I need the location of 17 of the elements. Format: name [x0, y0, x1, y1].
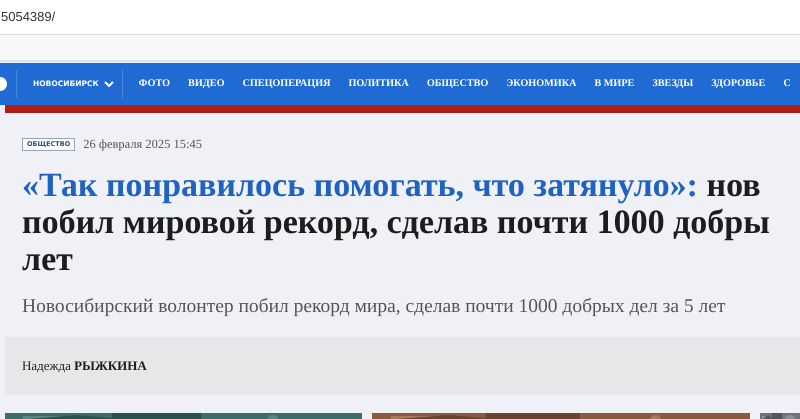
date-text: 26 февраля 2025 15:45: [83, 136, 202, 153]
subtitle: Новосибирский волонтер побил рекорд мира, сделав почти 1000 добрых дел за 5 лет: [22, 294, 726, 319]
chevron-down-icon: [104, 80, 114, 88]
nav-link[interactable]: ПОЛИТИКА: [348, 76, 409, 92]
headline: «Так понравилось помогать, что затянуло»: нов побил мировой рекорд, сделав почти 1000 добры лет: [22, 166, 771, 278]
nav-link[interactable]: ФОТО: [138, 76, 170, 92]
nav-link[interactable]: С: [783, 76, 791, 92]
nav-link[interactable]: ЗВЕЗДЫ: [652, 76, 694, 92]
nav-link[interactable]: ОБЩЕСТВО: [426, 76, 488, 92]
nav-link[interactable]: ВИДЕО: [188, 76, 224, 92]
nav-link[interactable]: ЗДОРОВЬЕ: [711, 76, 766, 92]
nav-link[interactable]: В МИРЕ: [594, 76, 634, 92]
author-name: Надежда РЫЖКИНА: [22, 357, 147, 376]
logo-icon[interactable]: [0, 77, 7, 91]
address-text[interactable]: 5054389/: [1, 2, 56, 32]
nav-link[interactable]: СПЕЦОПЕРАЦИЯ: [242, 76, 330, 92]
nav-link[interactable]: ЭКОНОМИКА: [506, 76, 576, 92]
